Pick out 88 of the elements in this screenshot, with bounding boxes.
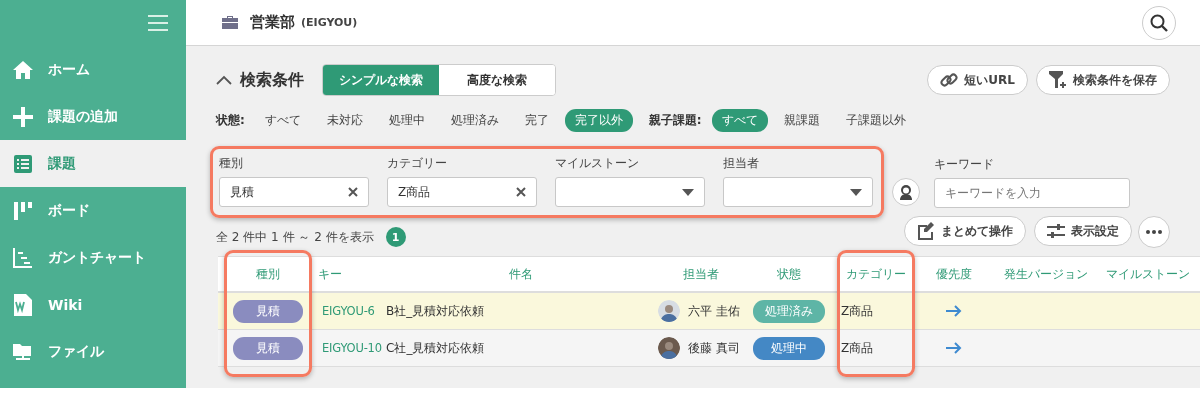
select-field[interactable]: Z商品 <box>387 177 537 207</box>
status-badge: 処理済み <box>752 299 825 323</box>
caret-icon <box>682 188 694 196</box>
sidebar-item[interactable]: ホーム <box>0 46 186 93</box>
caret-icon <box>850 188 862 196</box>
field-label: マイルストーン <box>555 155 640 172</box>
clear-icon[interactable] <box>348 187 358 197</box>
page-number[interactable]: 1 <box>385 227 406 247</box>
folder-icon <box>13 341 33 362</box>
status-badge: 処理中 <box>752 336 825 360</box>
column-header[interactable]: 件名 <box>386 265 656 283</box>
column-header[interactable]: キー <box>318 265 386 283</box>
assignee-name: 後藤 真司 <box>688 339 740 357</box>
board-icon <box>14 201 32 220</box>
field-label: 種別 <box>219 155 244 172</box>
issue-key-link[interactable]: EIGYOU-6 <box>318 304 386 318</box>
filter-label: 状態: <box>216 111 245 129</box>
briefcase-icon <box>222 16 238 29</box>
gantt-icon <box>13 247 33 268</box>
plus-icon <box>13 106 33 127</box>
column-header[interactable]: 発生バージョン <box>986 265 1106 283</box>
filter-option[interactable]: 処理中 <box>378 108 435 132</box>
filter-option[interactable]: 未対応 <box>316 108 373 132</box>
person-icon <box>898 184 914 200</box>
edit-icon <box>917 222 935 240</box>
filter-option[interactable]: すべて <box>711 108 768 132</box>
column-header[interactable]: 種別 <box>218 265 318 283</box>
filter-option[interactable]: 完了 <box>514 108 559 132</box>
column-header[interactable]: 状態 <box>746 265 831 283</box>
avatar-icon <box>658 337 681 359</box>
avatar-icon <box>658 300 681 322</box>
assignee-button[interactable] <box>892 178 920 206</box>
filter-option[interactable]: 完了以外 <box>564 108 633 132</box>
sidebar-item[interactable]: ファイル <box>0 328 186 375</box>
type-badge: 見積 <box>233 299 303 323</box>
filter-label: 親子課題: <box>648 111 702 129</box>
toolbar-button[interactable]: まとめて操作 <box>904 216 1026 246</box>
filter-option[interactable]: 処理済み <box>440 108 509 132</box>
type-badge: 見積 <box>233 336 303 360</box>
search-mode-tab[interactable]: シンプルな検索 <box>323 65 439 95</box>
dropdown-field[interactable] <box>555 177 705 207</box>
home-icon <box>13 60 33 79</box>
collapse-icon[interactable] <box>216 75 232 85</box>
sliders-icon <box>1047 223 1065 239</box>
table-cell-text: Z商品 <box>840 339 875 357</box>
table-cell-text: Z商品 <box>840 302 875 320</box>
table-row[interactable]: 見積 EIGYOU-10 C社_見積対応依頼 後藤 真司 処理中 Z商品 <box>218 330 1200 367</box>
result-count: 全 2 件中 1 件 ～ 2 件を表示 <box>216 228 374 246</box>
filter-option[interactable]: 親課題 <box>773 108 830 132</box>
issue-key-link[interactable]: EIGYOU-10 <box>318 341 386 355</box>
document-icon <box>14 293 32 316</box>
select-field[interactable]: 見積 <box>219 177 369 207</box>
table-cell-text: C社_見積対応依頼 <box>386 339 486 357</box>
arrow-right-icon <box>945 342 962 354</box>
toolbar-button[interactable]: 検索条件を保存 <box>1036 65 1170 95</box>
search-icon <box>1150 13 1168 32</box>
project-name: 営業部 <box>250 13 295 32</box>
column-header[interactable]: 優先度 <box>921 265 986 283</box>
sidebar-item[interactable]: ガントチャート <box>0 234 186 281</box>
toolbar-button[interactable]: 短いURL <box>927 65 1028 95</box>
sidebar-item[interactable]: Wiki <box>0 281 186 328</box>
field-label: カテゴリー <box>387 155 448 172</box>
assignee-name: 六平 圭佑 <box>688 302 740 320</box>
filter-option[interactable]: 子課題以外 <box>835 108 916 132</box>
list-icon <box>14 154 32 173</box>
link-icon <box>940 71 959 89</box>
project-key: (EIGYOU) <box>301 16 358 29</box>
column-header[interactable]: カテゴリー <box>831 265 921 283</box>
table-row[interactable]: 見積 EIGYOU-6 B社_見積対応依頼 六平 圭佑 処理済み Z商品 <box>218 293 1200 330</box>
filter-plus-icon <box>1049 71 1067 89</box>
field-label: キーワード <box>934 156 995 173</box>
sidebar-item[interactable]: 課題の追加 <box>0 93 186 140</box>
toolbar-button[interactable]: 表示設定 <box>1034 216 1132 246</box>
clear-icon[interactable] <box>516 187 526 197</box>
table-cell-text: B社_見積対応依頼 <box>386 302 486 320</box>
keyword-field[interactable]: キーワードを入力 <box>934 178 1130 208</box>
filter-option[interactable]: すべて <box>254 108 311 132</box>
dropdown-field[interactable] <box>723 177 873 207</box>
more-icon <box>1146 230 1162 234</box>
sidebar-item[interactable]: 課題 <box>0 140 186 187</box>
column-header[interactable]: マイルストーン <box>1106 265 1200 283</box>
more-button[interactable] <box>1138 216 1170 248</box>
arrow-right-icon <box>945 305 962 317</box>
section-title: 検索条件 <box>240 69 304 91</box>
field-label: 担当者 <box>723 155 760 172</box>
column-header[interactable]: 担当者 <box>656 265 746 283</box>
search-button[interactable] <box>1142 5 1176 40</box>
sidebar-item[interactable]: ボード <box>0 187 186 234</box>
